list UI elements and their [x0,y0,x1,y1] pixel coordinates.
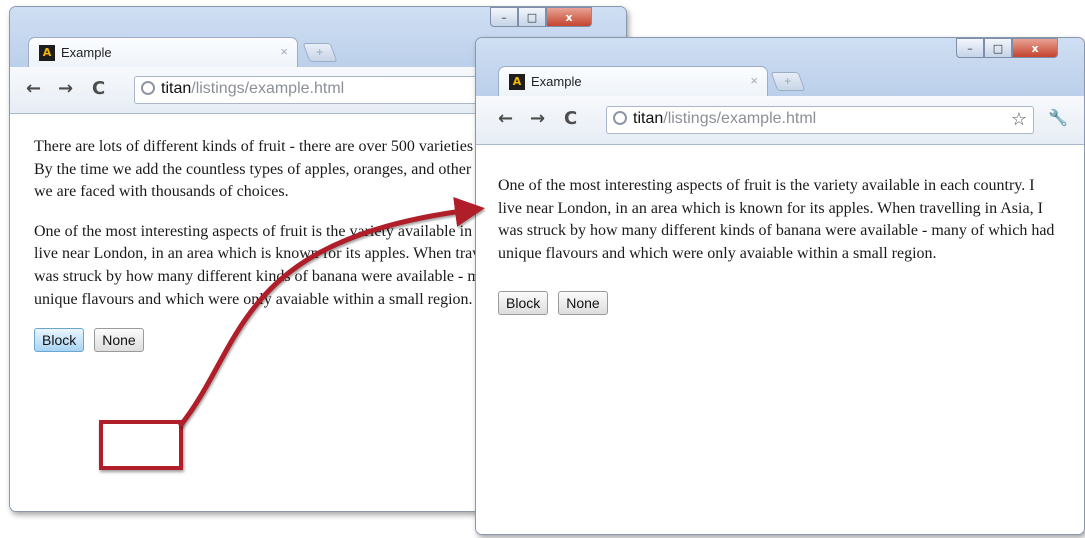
reload-icon[interactable]: C [564,108,577,129]
tab-close-icon[interactable]: × [280,44,288,59]
back-icon[interactable]: ← [498,108,513,129]
tab-close-icon[interactable]: × [750,73,758,88]
block-button[interactable]: Block [498,291,549,316]
right-window-controls: – □ x [956,38,1058,58]
star-icon[interactable]: ☆ [1011,109,1027,130]
none-button[interactable]: None [558,291,608,316]
url-host: titan [161,80,192,97]
favicon-icon: A [39,45,55,61]
left-tab-example[interactable]: A Example × [28,37,298,68]
close-window-icon[interactable]: x [1012,38,1058,58]
minimize-icon[interactable]: – [490,7,518,27]
close-window-icon[interactable]: x [546,7,592,27]
maximize-icon[interactable]: □ [984,38,1012,58]
url-host: titan [633,110,664,127]
globe-icon [141,81,155,95]
right-button-row: Block None [498,291,1060,316]
tab-title: Example [61,45,112,60]
back-icon[interactable]: ← [26,78,41,99]
right-page-content: One of the most interesting aspects of f… [476,145,1084,534]
right-address-bar[interactable]: titan/listings/example.html ☆ [606,106,1034,134]
right-browser-window: – □ x A Example × + ← → C titan/listings… [475,37,1085,535]
right-tab-example[interactable]: A Example × [498,66,768,97]
left-window-controls: – □ x [490,7,592,27]
block-button[interactable]: Block [34,328,85,353]
new-tab-icon: + [784,74,792,88]
paragraph-fruit-variety: One of the most interesting aspects of f… [498,177,1055,262]
wrench-icon[interactable]: 🔧 [1048,108,1068,127]
right-toolbar: ← → C titan/listings/example.html ☆ 🔧 [476,96,1084,145]
none-button[interactable]: None [94,328,144,353]
forward-icon[interactable]: → [530,108,545,129]
maximize-icon[interactable]: □ [518,7,546,27]
favicon-icon: A [509,74,525,90]
right-new-tab-button[interactable]: + [770,72,806,91]
address-url: titan/listings/example.html [633,110,816,128]
new-tab-icon: + [316,45,324,59]
left-new-tab-button[interactable]: + [302,43,338,62]
minimize-icon[interactable]: – [956,38,984,58]
highlight-box [99,420,183,470]
address-url: titan/listings/example.html [161,80,344,98]
url-path: /listings/example.html [191,80,345,97]
reload-icon[interactable]: C [92,78,105,99]
url-path: /listings/example.html [663,110,817,127]
forward-icon[interactable]: → [58,78,73,99]
globe-icon [613,111,627,125]
tab-title: Example [531,74,582,89]
